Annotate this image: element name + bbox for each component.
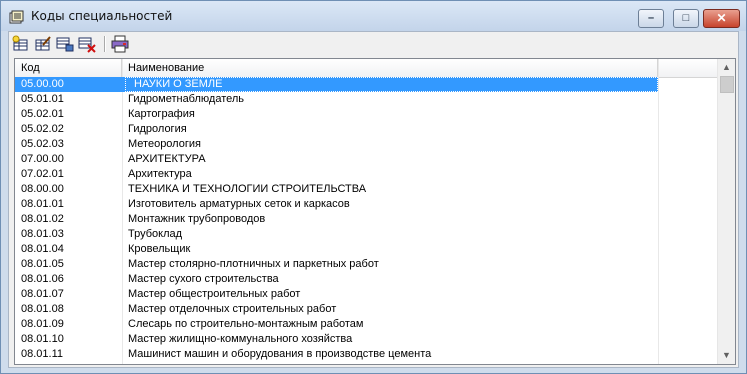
cell-code: 08.01.06 (21, 273, 64, 285)
cell-name: Слесарь по строительно-монтажным работам (128, 318, 364, 330)
edit-record-button[interactable] (34, 35, 52, 53)
toolbar (9, 32, 738, 56)
cell-name: Мастер общестроительных работ (128, 288, 301, 300)
cell-name: Кровельщик (128, 243, 191, 255)
grid-header: Код Наименование (15, 59, 718, 78)
cell-code: 05.02.02 (21, 123, 64, 135)
cell-code: 08.01.01 (21, 198, 64, 210)
table-row[interactable]: 07.02.01 Архитектура (15, 167, 718, 182)
table-row[interactable]: 08.01.06 Мастер сухого строительства (15, 272, 718, 287)
add-record-button[interactable] (12, 35, 30, 53)
cell-name: Мастер столярно-плотничных и паркетных р… (128, 258, 379, 270)
cell-name: АРХИТЕКТУРА (128, 153, 206, 165)
table-row[interactable]: 05.01.01 Гидрометнаблюдатель (15, 92, 718, 107)
app-window: Коды специальностей – □ ✕ Код Наименован… (0, 0, 747, 374)
cell-name: Изготовитель арматурных сеток и каркасов (128, 198, 350, 210)
window-title: Коды специальностей (31, 9, 173, 23)
close-button[interactable]: ✕ (703, 9, 740, 28)
table-row[interactable]: 08.01.03 Трубоклад (15, 227, 718, 242)
cell-code: 05.02.01 (21, 108, 64, 120)
table-row[interactable]: 05.02.03 Метеорология (15, 137, 718, 152)
cell-code: 05.00.00 (21, 78, 64, 90)
cell-name: Трубоклад (128, 228, 183, 240)
client-area: Код Наименование 05.00.00 НАУКИ О ЗЕМЛЕ 05… (8, 31, 739, 368)
cell-name: Мастер сухого строительства (128, 273, 279, 285)
minimize-button[interactable]: – (638, 9, 664, 28)
print-icon (111, 35, 129, 53)
cell-code: 07.02.01 (21, 168, 64, 180)
minimize-icon: – (647, 12, 655, 24)
cell-code: 08.01.08 (21, 303, 64, 315)
copy-record-button[interactable] (56, 35, 74, 53)
cell-name: Гидрология (128, 123, 187, 135)
table-row[interactable]: 08.01.05 Мастер столярно-плотничных и пар… (15, 257, 718, 272)
close-icon: ✕ (716, 11, 727, 25)
column-header-code[interactable]: Код (15, 59, 122, 77)
maximize-icon: □ (682, 12, 690, 24)
cell-name: Картография (128, 108, 195, 120)
print-button[interactable] (111, 35, 129, 53)
delete-record-icon (78, 37, 96, 53)
cell-code: 08.01.07 (21, 288, 64, 300)
table-row[interactable]: 08.01.01 Изготовитель арматурных сеток и … (15, 197, 718, 212)
cell-name: Метеорология (128, 138, 201, 150)
copy-record-icon (56, 37, 74, 52)
specialty-codes-grid[interactable]: Код Наименование 05.00.00 НАУКИ О ЗЕМЛЕ 05… (14, 58, 736, 365)
delete-record-button[interactable] (78, 35, 96, 53)
cell-code: 08.01.04 (21, 243, 64, 255)
cell-name: Мастер отделочных строительных работ (128, 303, 337, 315)
maximize-button[interactable]: □ (673, 9, 699, 28)
toolbar-separator (104, 36, 106, 52)
cell-code: 08.01.02 (21, 213, 64, 225)
cell-name: НАУКИ О ЗЕМЛЕ (134, 78, 223, 90)
table-row[interactable]: 08.01.08 Мастер отделочных строительных р… (15, 302, 718, 317)
cell-code: 08.00.00 (21, 183, 64, 195)
add-record-icon (12, 35, 28, 51)
scroll-down-icon[interactable]: ▼ (718, 347, 735, 364)
table-row[interactable]: 05.02.02 Гидрология (15, 122, 718, 137)
title-bar[interactable]: Коды специальностей – □ ✕ (1, 1, 746, 31)
cell-code: 08.01.03 (21, 228, 64, 240)
cell-name: Архитектура (128, 168, 192, 180)
edit-record-icon (35, 36, 51, 51)
table-row[interactable]: 08.01.10 Мастер жилищно-коммунального хоз… (15, 332, 718, 347)
scroll-thumb[interactable] (720, 76, 734, 93)
table-row[interactable]: 08.01.09 Слесарь по строительно-монтажным… (15, 317, 718, 332)
column-header-name[interactable]: Наименование (122, 59, 658, 77)
cell-name: Мастер жилищно-коммунального хозяйства (128, 333, 353, 345)
cell-code: 08.01.09 (21, 318, 64, 330)
table-row[interactable]: 07.00.00 АРХИТЕКТУРА (15, 152, 718, 167)
table-row[interactable]: 08.01.02 Монтажник трубопроводов (15, 212, 718, 227)
table-row[interactable]: 08.01.07 Мастер общестроительных работ (15, 287, 718, 302)
window-icon (9, 10, 25, 24)
column-header-empty (658, 59, 718, 77)
cell-name: Гидрометнаблюдатель (128, 93, 245, 105)
cell-name: Машинист машин и оборудования в производ… (128, 348, 432, 360)
cell-code: 08.01.11 (21, 348, 64, 360)
cell-code: 08.01.10 (21, 333, 64, 345)
vertical-scrollbar[interactable]: ▲ ▼ (717, 59, 735, 364)
cell-name: ТЕХНИКА И ТЕХНОЛОГИИ СТРОИТЕЛЬСТВА (128, 183, 367, 195)
table-row[interactable]: 08.00.00 ТЕХНИКА И ТЕХНОЛОГИИ СТРОИТЕЛЬСТ… (15, 182, 718, 197)
table-row[interactable]: 05.00.00 НАУКИ О ЗЕМЛЕ (15, 77, 718, 92)
cell-code: 07.00.00 (21, 153, 64, 165)
cell-name: Монтажник трубопроводов (128, 213, 266, 225)
cell-code: 05.01.01 (21, 93, 64, 105)
table-row[interactable]: 08.01.04 Кровельщик (15, 242, 718, 257)
table-row[interactable]: 05.02.01 Картография (15, 107, 718, 122)
table-row[interactable]: 08.01.11 Машинист машин и оборудования в … (15, 347, 718, 362)
cell-code: 05.02.03 (21, 138, 64, 150)
scroll-up-icon[interactable]: ▲ (718, 59, 735, 76)
cell-code: 08.01.05 (21, 258, 64, 270)
